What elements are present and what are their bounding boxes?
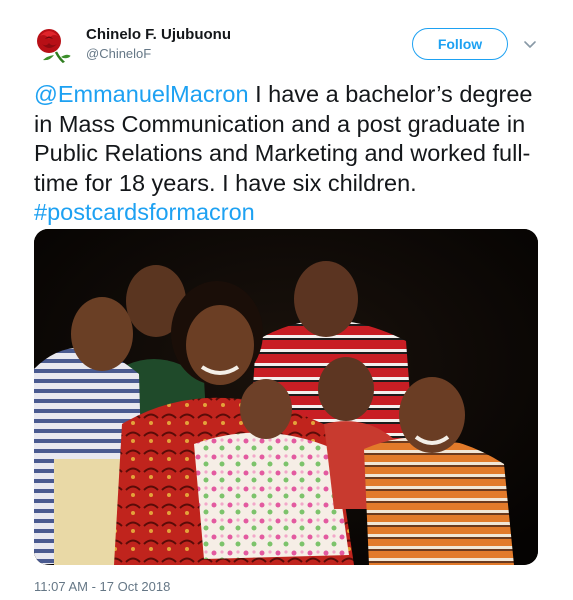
tweet-text: @EmmanuelMacron I have a bachelor’s degr… xyxy=(34,80,544,228)
author-name[interactable]: Chinelo F. Ujubuonu xyxy=(86,26,231,43)
tweet-photo[interactable] xyxy=(34,229,538,565)
avatar[interactable] xyxy=(30,22,74,66)
chevron-down-icon[interactable] xyxy=(522,36,538,52)
mention-link[interactable]: @EmmanuelMacron xyxy=(34,81,249,107)
family-photo xyxy=(34,229,538,565)
tweet-timestamp[interactable]: 11:07 AM - 17 Oct 2018 xyxy=(34,579,170,594)
rose-icon xyxy=(30,22,74,66)
author-handle[interactable]: @ChineloF xyxy=(86,46,151,61)
hashtag-link[interactable]: #postcardsformacron xyxy=(34,199,255,225)
tweet-card: Chinelo F. Ujubuonu @ChineloF Follow @Em… xyxy=(0,0,573,600)
follow-button[interactable]: Follow xyxy=(412,28,508,60)
